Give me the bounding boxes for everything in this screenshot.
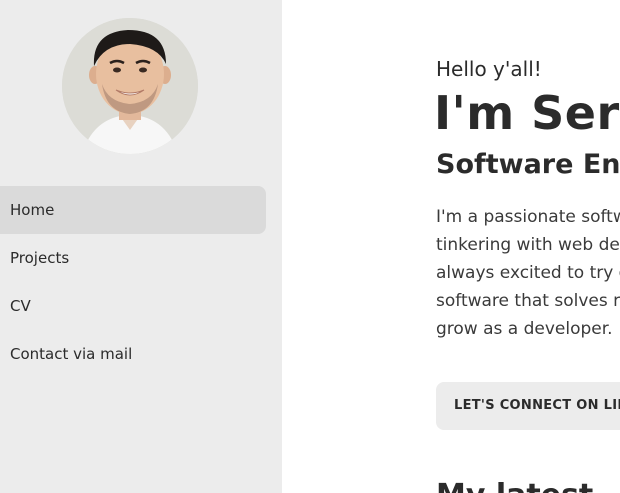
bio-line: grow as a developer. (436, 319, 613, 339)
section-heading: My latest ... (436, 478, 620, 493)
page-title: I'm Serd (434, 86, 620, 140)
linkedin-connect-button[interactable]: LET'S CONNECT ON LINKE (436, 382, 620, 430)
bio-line: tinkering with web deve (436, 235, 620, 255)
sidebar-item-home[interactable]: Home (0, 186, 266, 234)
sidebar: Home Projects CV Contact via mail (0, 0, 282, 493)
sidebar-item-contact[interactable]: Contact via mail (0, 330, 266, 378)
main-content: Hello y'all! I'm Serd Software Eng I'm a… (282, 0, 620, 493)
role-subtitle: Software Eng (436, 149, 620, 180)
sidebar-item-projects[interactable]: Projects (0, 234, 266, 282)
bio-line: always excited to try ou (436, 263, 620, 283)
avatar-image (62, 18, 198, 154)
bio-line: I'm a passionate softwa (436, 207, 620, 227)
sidebar-nav: Home Projects CV Contact via mail (0, 186, 266, 378)
sidebar-item-cv[interactable]: CV (0, 282, 266, 330)
bio-line: software that solves rea (436, 291, 620, 311)
avatar (62, 18, 198, 154)
greeting-text: Hello y'all! (436, 57, 542, 81)
bio-paragraph: I'm a passionate softwa tinkering with w… (436, 203, 620, 343)
